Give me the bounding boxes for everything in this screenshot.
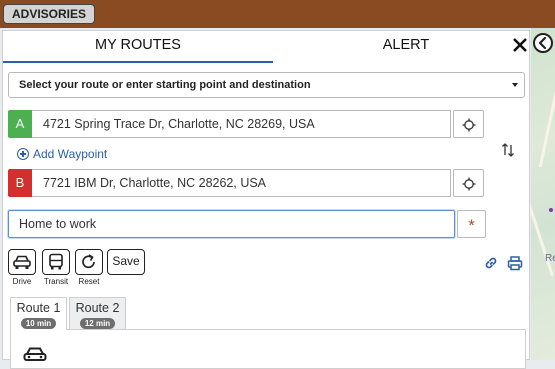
advisories-button[interactable]: ADVISORIES bbox=[3, 4, 96, 24]
reset-icon bbox=[82, 254, 95, 269]
route-tab-name: Route 2 bbox=[75, 301, 120, 315]
caret-down-icon bbox=[512, 83, 518, 87]
drive-mode-box bbox=[8, 249, 36, 275]
swap-icon bbox=[502, 143, 514, 157]
route-duration-badge: 12 min bbox=[79, 318, 116, 329]
transit-mode-button[interactable]: Transit bbox=[41, 249, 71, 286]
reset-button[interactable]: Reset bbox=[74, 249, 104, 286]
route-tab-1[interactable]: Route 1 10 min bbox=[10, 297, 67, 330]
print-icon bbox=[507, 256, 523, 271]
route-tab-2[interactable]: Route 2 12 min bbox=[69, 297, 126, 330]
save-button[interactable]: Save bbox=[107, 249, 145, 275]
route-select-text: Select your route or enter starting poin… bbox=[19, 79, 311, 91]
map-road bbox=[538, 88, 555, 168]
route-select[interactable]: Select your route or enter starting poin… bbox=[8, 72, 525, 98]
destination-input[interactable]: 7721 IBM Dr, Charlotte, NC 28262, USA bbox=[32, 169, 451, 197]
top-bar: ADVISORIES bbox=[0, 0, 555, 28]
add-waypoint-link[interactable]: Add Waypoint bbox=[17, 147, 107, 161]
waypoint-badge-b: B bbox=[8, 169, 32, 197]
close-icon bbox=[513, 38, 527, 52]
crosshair-icon bbox=[462, 118, 476, 132]
route-tab-name: Route 1 bbox=[16, 301, 61, 315]
routes-panel: MY ROUTES ALERT Select your route or ent… bbox=[2, 30, 530, 369]
map-background[interactable]: Re bbox=[523, 28, 555, 360]
waypoint-row-a: A 4721 Spring Trace Dr, Charlotte, NC 28… bbox=[8, 110, 484, 138]
locate-start-button[interactable] bbox=[453, 110, 484, 138]
bus-icon bbox=[49, 253, 63, 270]
locate-destination-button[interactable] bbox=[453, 169, 484, 197]
car-icon bbox=[23, 347, 47, 361]
crosshair-icon bbox=[462, 177, 476, 191]
waypoint-row-b: B 7721 IBM Dr, Charlotte, NC 28262, USA bbox=[8, 169, 484, 197]
waypoint-badge-a: A bbox=[8, 110, 32, 138]
tab-my-routes[interactable]: MY ROUTES bbox=[3, 31, 273, 63]
car-icon bbox=[13, 255, 31, 269]
tab-alert[interactable]: ALERT bbox=[273, 31, 539, 61]
route-name-input[interactable]: Home to work bbox=[8, 210, 455, 238]
plus-circle-icon bbox=[17, 148, 29, 160]
required-marker: * bbox=[457, 210, 486, 238]
share-link-button[interactable] bbox=[483, 255, 499, 271]
route-duration-badge: 10 min bbox=[20, 318, 57, 329]
drive-mode-button[interactable]: Drive bbox=[7, 249, 37, 286]
drive-label: Drive bbox=[12, 277, 32, 286]
swap-waypoints-button[interactable] bbox=[501, 142, 515, 158]
map-marker bbox=[549, 208, 553, 212]
reset-box bbox=[75, 249, 103, 275]
transit-mode-box bbox=[42, 249, 70, 275]
map-label: Re bbox=[545, 253, 555, 264]
print-button[interactable] bbox=[507, 255, 523, 271]
reset-label: Reset bbox=[78, 277, 100, 286]
add-waypoint-label: Add Waypoint bbox=[33, 147, 108, 161]
close-button[interactable] bbox=[511, 33, 529, 57]
link-icon bbox=[485, 257, 497, 269]
route-details bbox=[10, 329, 526, 369]
transit-label: Transit bbox=[43, 277, 69, 286]
start-location-input[interactable]: 4721 Spring Trace Dr, Charlotte, NC 2826… bbox=[32, 110, 451, 138]
